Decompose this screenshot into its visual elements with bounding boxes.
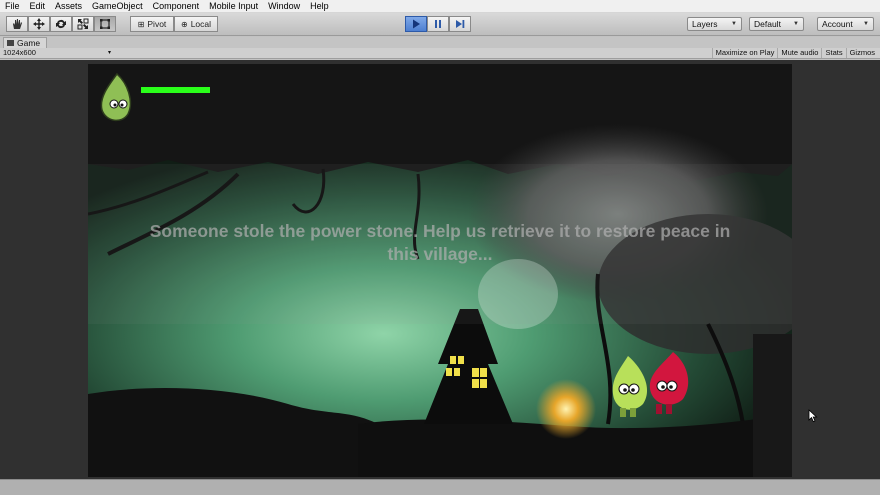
gizmos-dropdown[interactable]: Gizmos xyxy=(845,48,878,58)
layout-dropdown[interactable]: Default ▼ xyxy=(749,17,804,31)
resolution-dropdown[interactable]: 1024x600 ▾ xyxy=(3,48,113,58)
menu-assets[interactable]: Assets xyxy=(50,0,87,13)
game-controller-icon xyxy=(7,40,14,46)
tab-game[interactable]: Game xyxy=(3,37,48,48)
pivot-toggle-button[interactable]: ⊞ Pivot xyxy=(130,16,174,32)
menu-mobile-input[interactable]: Mobile Input xyxy=(204,0,263,13)
menu-component[interactable]: Component xyxy=(148,0,205,13)
menu-help[interactable]: Help xyxy=(305,0,334,13)
game-screen[interactable]: Someone stole the power stone. Help us r… xyxy=(88,64,792,477)
move-tool-button[interactable] xyxy=(28,16,50,32)
story-panel: Someone stole the power stone. Help us r… xyxy=(88,164,792,324)
play-icon xyxy=(413,19,420,29)
pivot-label: Pivot xyxy=(147,19,167,29)
step-button[interactable] xyxy=(449,16,471,32)
pivot-icon: ⊞ xyxy=(137,19,145,29)
pause-button[interactable] xyxy=(427,16,449,32)
account-label: Account xyxy=(822,19,853,29)
hand-icon xyxy=(13,19,22,29)
pause-icon xyxy=(435,20,441,28)
menu-gameobject[interactable]: GameObject xyxy=(87,0,148,13)
story-text: Someone stole the power stone. Help us r… xyxy=(149,221,731,264)
chevron-down-icon: ▼ xyxy=(731,21,737,27)
account-dropdown[interactable]: Account ▼ xyxy=(817,17,874,31)
menu-edit[interactable]: Edit xyxy=(25,0,51,13)
rotate-tool-button[interactable] xyxy=(50,16,72,32)
menu-bar: File Edit Assets GameObject Component Mo… xyxy=(0,0,880,13)
scale-icon xyxy=(77,18,89,30)
tab-row: Game xyxy=(0,37,880,48)
play-button[interactable] xyxy=(405,16,427,32)
toolbar: ⊞ Pivot ⊕ Local Layers ▼ Default ▼ Accou… xyxy=(0,13,880,36)
layers-label: Layers xyxy=(692,19,718,29)
hand-tool-button[interactable] xyxy=(6,16,28,32)
move-arrows-icon xyxy=(33,18,45,30)
local-icon: ⊕ xyxy=(180,19,188,29)
rotate-icon xyxy=(56,19,66,29)
menu-file[interactable]: File xyxy=(0,0,25,13)
menu-window[interactable]: Window xyxy=(263,0,305,13)
chevron-down-icon: ▾ xyxy=(107,50,111,56)
local-label: Local xyxy=(190,19,212,29)
scale-tool-button[interactable] xyxy=(72,16,94,32)
mouse-cursor-icon xyxy=(808,409,818,423)
stats-toggle[interactable]: Stats xyxy=(821,48,845,58)
player-health-bar xyxy=(141,87,210,93)
view-option-buttons: Maximize on Play Mute audio Stats Gizmos xyxy=(711,48,878,58)
maximize-on-play-toggle[interactable]: Maximize on Play xyxy=(711,48,778,58)
tab-game-label: Game xyxy=(17,38,41,48)
rect-tool-button[interactable] xyxy=(94,16,116,32)
layers-dropdown[interactable]: Layers ▼ xyxy=(687,17,742,31)
mute-audio-toggle[interactable]: Mute audio xyxy=(777,48,821,58)
resolution-label: 1024x600 xyxy=(3,48,36,57)
step-icon xyxy=(456,20,465,28)
layout-label: Default xyxy=(754,19,781,29)
chevron-down-icon: ▼ xyxy=(863,21,869,27)
local-toggle-button[interactable]: ⊕ Local xyxy=(174,16,218,32)
rect-transform-icon xyxy=(100,19,110,29)
game-viewport: Someone stole the power stone. Help us r… xyxy=(0,60,880,479)
chevron-down-icon: ▼ xyxy=(793,21,799,27)
game-view-options: 1024x600 ▾ Maximize on Play Mute audio S… xyxy=(0,48,880,59)
status-bar xyxy=(0,479,880,495)
